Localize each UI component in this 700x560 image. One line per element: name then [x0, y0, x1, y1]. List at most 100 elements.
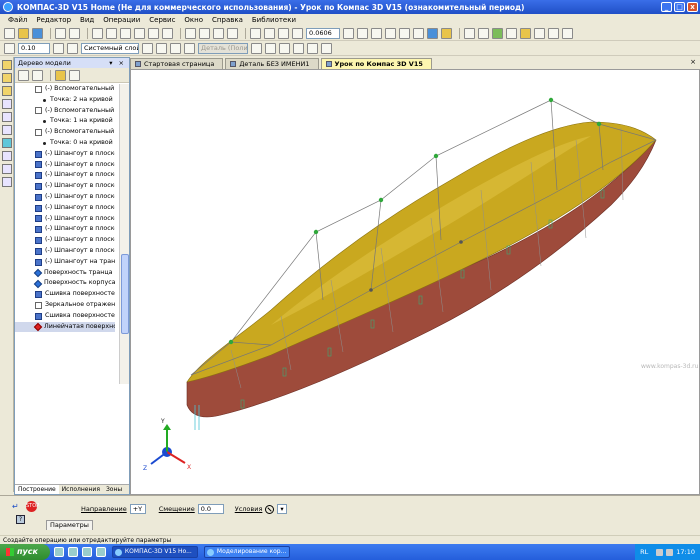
layer-state-icon[interactable] [67, 42, 78, 54]
view-mode-icon[interactable] [385, 27, 396, 39]
quicklaunch-media-icon[interactable] [95, 547, 106, 557]
tree-item[interactable]: (-) Шпангоут в плоскос [15, 214, 115, 225]
minimize-button[interactable]: _ [661, 2, 672, 12]
tray-volume-icon[interactable] [666, 548, 674, 556]
snap-icon[interactable] [478, 27, 489, 39]
section-icon[interactable] [506, 27, 517, 39]
tree-item[interactable]: Зеркальное отражение [15, 300, 115, 311]
tab-versions[interactable]: Исполнения [59, 485, 103, 494]
quicklaunch-browser-icon[interactable] [53, 547, 64, 557]
properties-icon[interactable] [213, 27, 224, 39]
part-editing-icon[interactable] [520, 27, 531, 39]
menu-view[interactable]: Вид [80, 16, 94, 24]
tree-item[interactable]: Точка: 0 на кривой [15, 138, 115, 149]
menu-help[interactable]: Справка [212, 16, 243, 24]
component-icon[interactable] [251, 42, 262, 54]
menu-file[interactable]: Файл [8, 16, 27, 24]
layer-combo[interactable]: Системный слой (0) [81, 42, 139, 54]
forbidden-icon[interactable] [265, 504, 275, 514]
zoom-all-icon[interactable] [292, 27, 303, 39]
arrays-icon[interactable] [2, 151, 12, 161]
shaded-icon[interactable] [427, 27, 438, 39]
layer-icon[interactable] [53, 42, 64, 54]
tree-item[interactable]: (-) Шпангоут в плоскос [15, 246, 115, 257]
tree-item[interactable]: Поверхность корпуса, л [15, 278, 115, 289]
tree-item[interactable]: Сшивка поверхностей:3 [15, 311, 115, 322]
zoom-window-icon[interactable] [250, 27, 261, 39]
stop-icon[interactable]: STOP [26, 501, 39, 512]
tree-item[interactable]: (-) Вспомогательный от [15, 127, 115, 138]
tab-zones[interactable]: Зоны [103, 485, 125, 494]
edit-part-icon[interactable] [2, 60, 12, 70]
menu-operations[interactable]: Операции [103, 16, 140, 24]
wireframe-icon[interactable] [399, 27, 410, 39]
variables-icon[interactable] [185, 27, 196, 39]
help-question-icon[interactable]: ? [16, 515, 25, 524]
sheet-metal-icon[interactable] [2, 164, 12, 174]
undo-icon[interactable] [148, 27, 159, 39]
preview-icon[interactable] [69, 27, 80, 39]
display-settings-icon[interactable] [293, 42, 304, 54]
shaded-edges-icon[interactable] [441, 27, 452, 39]
tree-item[interactable]: (-) Шпангоут в плоскос [15, 170, 115, 181]
menu-editor[interactable]: Редактор [36, 16, 71, 24]
tree-item[interactable]: (-) Шпангоут в плоскос [15, 160, 115, 171]
zoom-combo[interactable]: 0.0606 [306, 27, 340, 39]
cut-icon[interactable] [92, 27, 103, 39]
select-filter-icon[interactable] [464, 27, 475, 39]
tree-filter-icon[interactable] [69, 69, 80, 81]
tree-item[interactable]: (-) Шпангоут в плоскос [15, 203, 115, 214]
tree-item[interactable]: (-) Шпангоут в плоскос [15, 181, 115, 192]
tab-construction[interactable]: Построение [15, 485, 59, 494]
surfaces-icon[interactable] [2, 73, 12, 83]
tree-item[interactable]: Точка: 1 на кривой [15, 116, 115, 127]
save-icon[interactable] [32, 27, 43, 39]
tree-item[interactable]: (-) Шпангоут на транце [15, 257, 115, 268]
tab-part-unnamed[interactable]: Деталь БЕЗ ИМЕНИ1 [225, 58, 319, 69]
tree-item[interactable]: Точка: 2 на кривой [15, 95, 115, 106]
assembly-icon[interactable] [265, 42, 276, 54]
close-tab-icon[interactable]: × [690, 58, 696, 66]
help-icon[interactable] [227, 27, 238, 39]
table-icon[interactable] [321, 42, 332, 54]
tray-network-icon[interactable] [656, 548, 664, 556]
menu-libraries[interactable]: Библиотеки [252, 16, 296, 24]
paste-icon[interactable] [120, 27, 131, 39]
tree-item[interactable]: Поверхность транца [15, 268, 115, 279]
part-combo[interactable]: Деталь (ПолиС) [198, 42, 248, 54]
menu-window[interactable]: Окно [184, 16, 203, 24]
line-width-combo[interactable]: 0.10 [18, 42, 50, 54]
tab-start-page[interactable]: Стартовая страница [130, 58, 224, 69]
scrollbar-thumb[interactable] [121, 254, 129, 334]
tree-item[interactable]: Сшивка поверхностей:2 [15, 289, 115, 300]
quicklaunch-mail-icon[interactable] [67, 547, 78, 557]
start-button[interactable]: пуск [0, 544, 50, 560]
grid-icon[interactable] [4, 42, 15, 54]
model-tree-scrollbar[interactable] [119, 84, 129, 384]
hidden-lines-icon[interactable] [413, 27, 424, 39]
offset-input[interactable]: 0.0 [197, 504, 224, 514]
tree-sort-icon[interactable] [18, 69, 29, 81]
new-file-icon[interactable] [4, 27, 15, 39]
auxiliary-geometry-icon[interactable] [2, 112, 12, 122]
copy-icon[interactable] [106, 27, 117, 39]
pan-icon[interactable] [357, 27, 368, 39]
format-painter-icon[interactable] [134, 27, 145, 39]
back-arrow-icon[interactable]: ↵ [12, 502, 19, 511]
tab-parameters[interactable]: Параметры [46, 520, 93, 530]
language-indicator[interactable]: RL [640, 548, 648, 556]
tree-display-icon[interactable] [55, 69, 66, 81]
quicklaunch-desktop-icon[interactable] [81, 547, 92, 557]
library-manager-icon[interactable] [199, 27, 210, 39]
arrange-icon[interactable] [307, 42, 318, 54]
zoom-out-icon[interactable] [278, 27, 289, 39]
maximize-button[interactable]: □ [674, 2, 685, 12]
open-file-icon[interactable] [18, 27, 29, 39]
tree-item[interactable]: (-) Вспомогательный от [15, 84, 115, 95]
redo-icon[interactable] [162, 27, 173, 39]
style-icon[interactable] [156, 42, 167, 54]
taskbar-item-kompas[interactable]: КОМПАС-3D V15 Ho... [111, 546, 198, 558]
diagnostics-icon[interactable] [2, 125, 12, 135]
tree-item[interactable]: (-) Шпангоут в плоскос [15, 192, 115, 203]
dimensions-icon[interactable] [2, 99, 12, 109]
